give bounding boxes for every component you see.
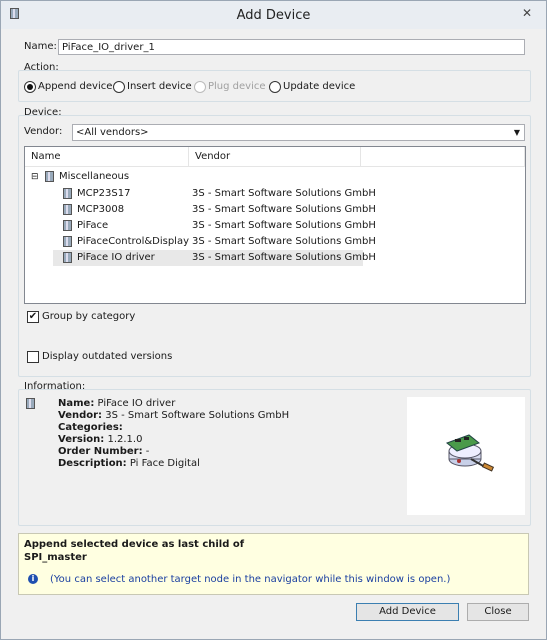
device-icon <box>45 171 54 182</box>
name-input[interactable]: PiFace_IO_driver_1 <box>58 39 525 55</box>
info-order-number: Order Number: - <box>58 446 150 457</box>
device-board-icon <box>445 434 495 472</box>
tree-item-vendor: 3S - Smart Software Solutions GmbH <box>192 236 376 247</box>
tree-item-name: PiFace <box>77 220 109 231</box>
column-header-name[interactable]: Name <box>25 147 189 167</box>
vendor-label: Vendor: <box>24 126 63 137</box>
info-name: Name: PiFace IO driver <box>58 398 176 409</box>
message-line-2: SPI_master <box>24 552 87 563</box>
plug-device-radio <box>194 81 206 93</box>
device-image <box>407 397 525 515</box>
tree-item-name: PiFaceControl&Display <box>77 236 190 247</box>
add-device-button[interactable]: Add Device <box>356 603 459 621</box>
collapse-icon[interactable]: ⊟ <box>31 169 39 185</box>
append-device-radio[interactable] <box>24 81 36 93</box>
insert-device-radio[interactable] <box>113 81 125 93</box>
device-icon <box>63 220 72 231</box>
message-panel: Append selected device as last child of … <box>18 533 529 595</box>
device-icon <box>26 398 35 409</box>
add-device-dialog: Add Device ✕ Name: PiFace_IO_driver_1 Ac… <box>0 0 547 640</box>
window-title: Add Device <box>236 8 311 23</box>
device-icon <box>63 204 72 215</box>
append-device-label[interactable]: Append device <box>38 81 112 92</box>
vendor-select[interactable]: <All vendors> ▼ <box>72 124 525 141</box>
plug-device-label: Plug device <box>208 81 266 92</box>
display-outdated-checkbox[interactable] <box>27 351 39 363</box>
tree-item-vendor: 3S - Smart Software Solutions GmbH <box>192 188 376 199</box>
tree-item-name: PiFace IO driver <box>77 252 155 263</box>
update-device-label[interactable]: Update device <box>283 81 355 92</box>
tree-item-vendor: 3S - Smart Software Solutions GmbH <box>192 220 376 231</box>
title-bar: Add Device ✕ <box>1 1 546 29</box>
info-description: Description: Pi Face Digital <box>58 458 200 469</box>
tree-category-label: Miscellaneous <box>59 171 130 182</box>
display-outdated-label[interactable]: Display outdated versions <box>42 351 172 362</box>
name-label: Name: <box>24 41 57 52</box>
tree-item-row[interactable]: MCP3008 3S - Smart Software Solutions Gm… <box>53 202 376 218</box>
tree-item-vendor: 3S - Smart Software Solutions GmbH <box>192 252 376 263</box>
update-device-radio[interactable] <box>269 81 281 93</box>
device-tree[interactable]: Name Vendor ⊟ Miscellaneous MCP23S17 3S … <box>24 146 526 304</box>
info-version: Version: 1.2.1.0 <box>58 434 143 445</box>
message-line-1: Append selected device as last child of <box>24 539 245 550</box>
column-header-filler <box>361 147 525 167</box>
tree-item-name: MCP3008 <box>77 204 125 215</box>
info-categories: Categories: <box>58 422 123 433</box>
chevron-down-icon[interactable]: ▼ <box>510 125 524 140</box>
tree-item-row[interactable]: MCP23S17 3S - Smart Software Solutions G… <box>53 186 376 202</box>
info-vendor: Vendor: 3S - Smart Software Solutions Gm… <box>58 410 290 421</box>
group-by-category-label[interactable]: Group by category <box>42 311 135 322</box>
tree-item-row[interactable]: PiFace 3S - Smart Software Solutions Gmb… <box>53 218 376 234</box>
tree-item-row[interactable]: PiFaceControl&Display 3S - Smart Softwar… <box>53 234 376 250</box>
message-hint: (You can select another target node in t… <box>50 574 451 585</box>
column-header-vendor[interactable]: Vendor <box>189 147 361 167</box>
vendor-select-value: <All vendors> <box>76 127 149 138</box>
tree-item-vendor: 3S - Smart Software Solutions GmbH <box>192 204 376 215</box>
device-icon <box>63 236 72 247</box>
group-by-category-checkbox[interactable]: ✔ <box>27 311 39 323</box>
close-button[interactable]: Close <box>467 603 529 621</box>
tree-category-row[interactable]: ⊟ Miscellaneous <box>31 169 331 185</box>
tree-item-name: MCP23S17 <box>77 188 131 199</box>
insert-device-label[interactable]: Insert device <box>127 81 192 92</box>
device-icon <box>63 188 72 199</box>
close-icon[interactable]: ✕ <box>516 5 538 21</box>
tree-item-row-selected[interactable]: PiFace IO driver 3S - Smart Software Sol… <box>53 250 376 266</box>
info-icon: i <box>28 574 38 584</box>
device-icon <box>63 252 72 263</box>
